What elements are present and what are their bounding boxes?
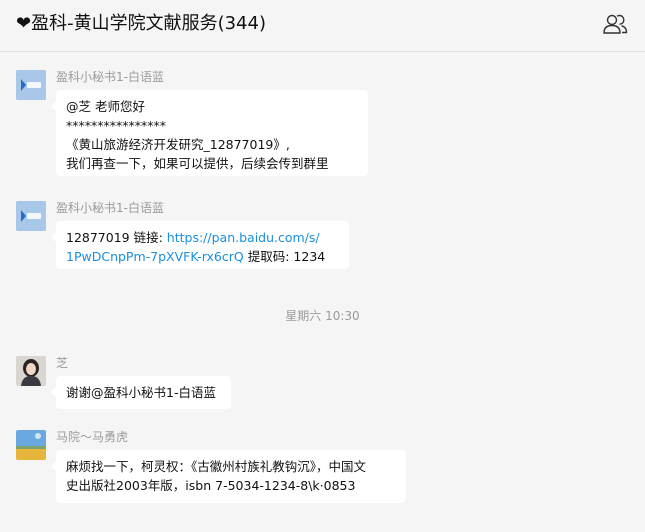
yingke-logo-avatar[interactable] <box>16 201 46 231</box>
share-link[interactable]: 1PwDCnpPm-7pXVFK-rx6crQ <box>66 249 244 264</box>
sender-name: 马院～马勇虎 <box>56 430 129 444</box>
message-text: 麻烦找一下，柯灵权：《古徽州村族礼教钩沉》，中国文 <box>66 459 367 474</box>
group-members-icon[interactable] <box>602 12 628 36</box>
message-bubble[interactable]: 12877019 链接: https://pan.baidu.com/s/ 1P… <box>51 221 349 269</box>
sender-name: 盈科小秘书1-白语蓝 <box>56 201 164 215</box>
yingke-logo-avatar[interactable] <box>16 70 46 100</box>
message-line: 12877019 链接: https://pan.baidu.com/s/ <box>66 228 339 247</box>
message-text: 《黄山旅游经济开发研究_12877019》, <box>66 137 290 152</box>
message-text: **************** <box>66 118 166 133</box>
chat-header: ❤盈科-黄山学院文献服务(344) <box>0 0 645 52</box>
sender-name: 芝 <box>56 356 69 370</box>
chat-title: ❤盈科-黄山学院文献服务(344) <box>16 13 266 34</box>
sender-name: 盈科小秘书1-白语蓝 <box>56 70 164 84</box>
message-text: 提取码: 1234 <box>243 249 326 264</box>
message-text: 史出版社2003年版，isbn 7-5034-1234-8\k·0853 <box>66 478 356 493</box>
message-line: 1PwDCnpPm-7pXVFK-rx6crQ 提取码: 1234 <box>66 247 339 266</box>
message-text: 谢谢@盈科小秘书1-白语蓝 <box>66 385 216 400</box>
message-text: @芝 老师您好 <box>66 99 145 114</box>
message-text: 12877019 链接: <box>66 230 167 245</box>
timestamp: 星期六 10:30 <box>285 309 360 323</box>
message-bubble[interactable]: 谢谢@盈科小秘书1-白语蓝 <box>51 376 231 409</box>
message-text: 我们再查一下，如果可以提供，后续会传到群里 <box>66 156 329 171</box>
message-bubble[interactable]: @芝 老师您好 **************** 《黄山旅游经济开发研究_128… <box>51 90 368 176</box>
message-bubble[interactable]: 麻烦找一下，柯灵权：《古徽州村族礼教钩沉》，中国文 史出版社2003年版，isb… <box>51 450 406 503</box>
landscape-photo-avatar[interactable] <box>16 430 46 460</box>
share-link[interactable]: https://pan.baidu.com/s/ <box>167 230 320 245</box>
woman-photo-avatar[interactable] <box>16 356 46 386</box>
